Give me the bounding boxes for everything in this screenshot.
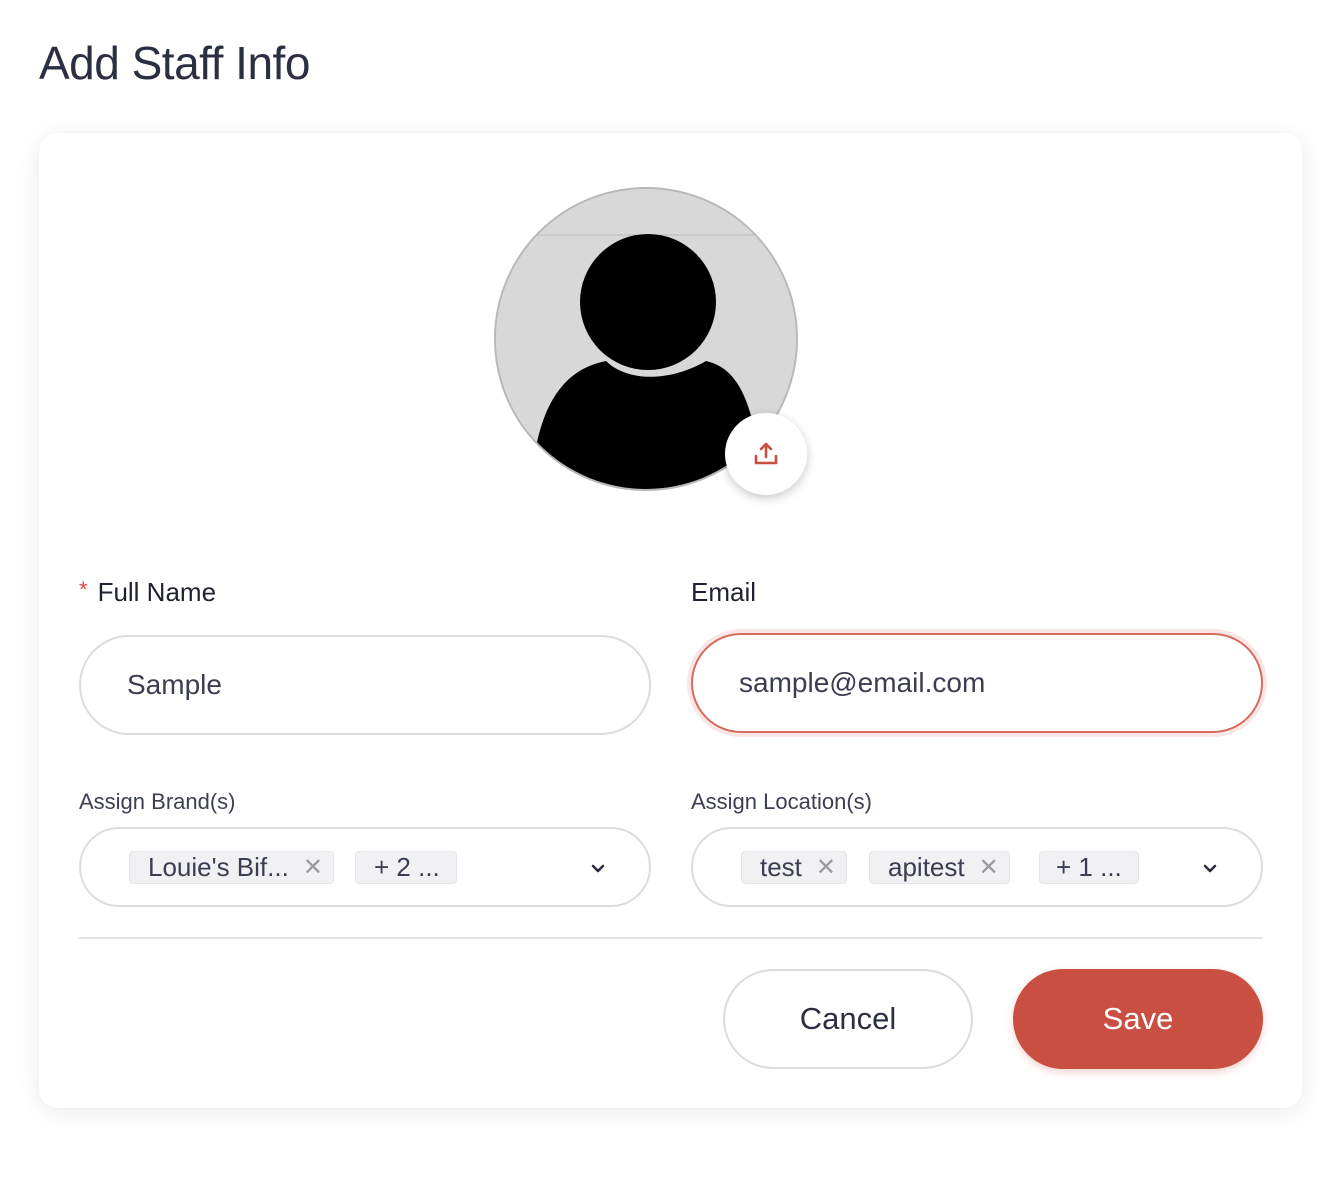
avatar-section <box>494 187 807 495</box>
full-name-input[interactable]: Sample <box>79 635 651 735</box>
chevron-down-icon <box>591 864 605 873</box>
brand-tag-label: Louie's Bif... <box>148 852 289 882</box>
full-name-label-text: Full Name <box>97 577 217 607</box>
brand-tag: Louie's Bif... ✕ <box>129 851 334 884</box>
email-input[interactable]: sample@email.com <box>691 633 1263 733</box>
email-label: Email <box>691 577 757 607</box>
location-tag-label: test <box>760 852 802 882</box>
email-value: sample@email.com <box>739 667 986 698</box>
assign-locations-select[interactable]: test ✕ apitest ✕ + 1 ... <box>691 827 1263 907</box>
location-tag-label: apitest <box>888 852 965 882</box>
location-more-label: + 1 ... <box>1056 852 1122 882</box>
remove-tag-icon[interactable]: ✕ <box>303 855 323 880</box>
assign-brands-select[interactable]: Louie's Bif... ✕ + 2 ... <box>79 827 651 907</box>
cancel-button[interactable]: Cancel <box>723 969 973 1069</box>
location-tag: test ✕ <box>741 851 848 884</box>
brand-more-label: + 2 ... <box>374 852 440 882</box>
full-name-value: Sample <box>127 669 222 700</box>
remove-tag-icon[interactable]: ✕ <box>979 855 999 880</box>
save-button[interactable]: Save <box>1013 969 1263 1069</box>
remove-tag-icon[interactable]: ✕ <box>816 855 836 880</box>
upload-photo-button[interactable] <box>725 413 807 495</box>
staff-form-card: * Full Name Sample Email sample@email.com… <box>39 133 1302 1108</box>
divider <box>79 937 1263 939</box>
full-name-label: * Full Name <box>79 577 216 608</box>
location-more-tag: + 1 ... <box>1039 851 1139 884</box>
assign-locations-label: Assign Location(s) <box>691 789 872 814</box>
location-tag: apitest ✕ <box>869 851 1010 884</box>
required-asterisk: * <box>79 577 88 602</box>
assign-brands-label: Assign Brand(s) <box>79 789 236 814</box>
page-title: Add Staff Info <box>39 37 310 89</box>
brand-more-tag: + 2 ... <box>355 851 457 884</box>
upload-icon <box>754 442 778 465</box>
chevron-down-icon <box>1203 864 1217 873</box>
